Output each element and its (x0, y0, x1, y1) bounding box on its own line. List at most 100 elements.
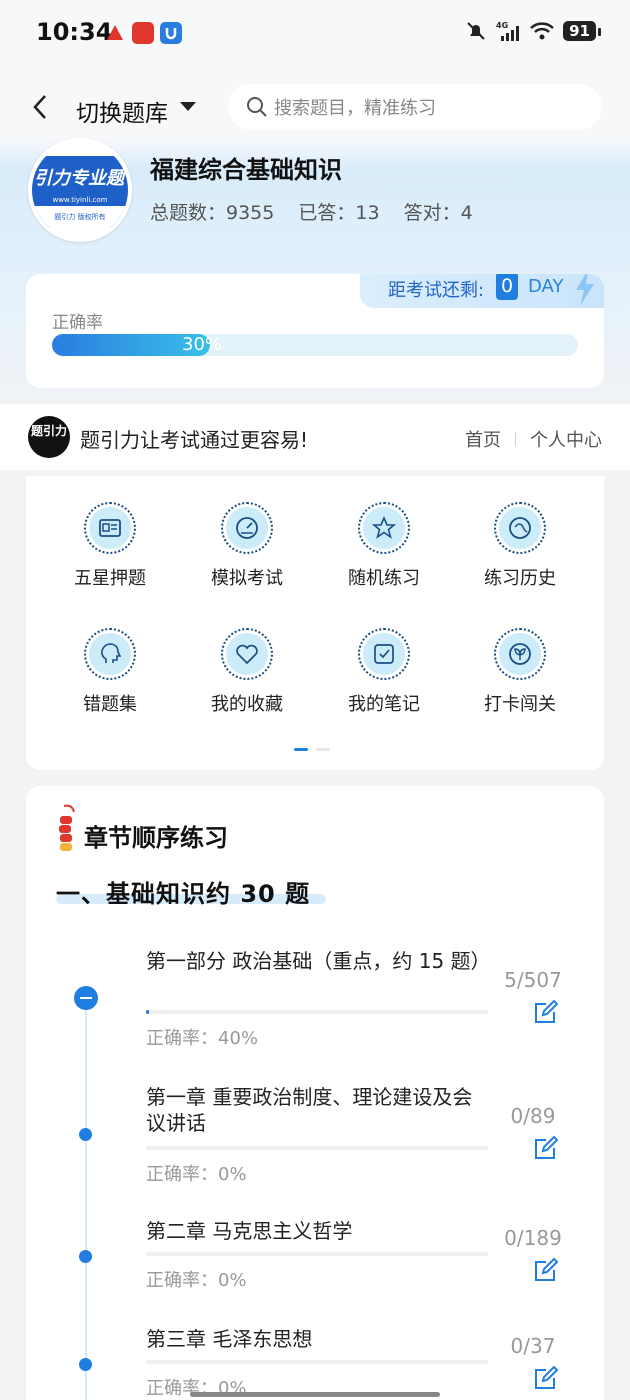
chapter-name: 第三章 毛泽东思想 (146, 1327, 313, 1351)
switch-bank-button[interactable]: 切换题库 (76, 94, 168, 128)
heart-icon (236, 644, 258, 665)
features-grid: 五星押题 模拟考试 随机练习 练习历史 错题集 我的收藏 我的笔记 打卡闯关 (26, 476, 604, 770)
countdown-days: 0 (496, 274, 518, 300)
logo-text: 引力专业题 (34, 168, 124, 189)
accuracy-label: 正确率 (52, 313, 103, 333)
status-time: 10:34 (36, 18, 113, 46)
accuracy-percent: 30% (182, 334, 223, 355)
lightning-icon (576, 274, 594, 306)
home-indicator[interactable] (190, 1392, 440, 1397)
chapter-progress-fill (146, 1010, 150, 1014)
feature-checkin[interactable]: 打卡闯关 (460, 628, 580, 716)
chapter-progress (146, 1010, 488, 1014)
edit-icon[interactable] (532, 1256, 560, 1284)
note-icon (374, 644, 394, 664)
brand-logo: 题引力 (28, 416, 70, 458)
feature-mock-exam[interactable]: 模拟考试 (187, 502, 307, 590)
edit-icon[interactable] (532, 1134, 560, 1162)
firecracker-icon (59, 804, 75, 851)
chapter-count: 5/507 (504, 968, 562, 992)
feature-label: 打卡闯关 (484, 694, 556, 715)
search-icon (247, 97, 267, 117)
head-icon (101, 643, 122, 663)
dropdown-caret-icon[interactable] (180, 102, 196, 111)
leaf-icon (509, 643, 531, 665)
app-notification-icon (160, 22, 182, 44)
signal-icon: 4G (496, 21, 520, 41)
chapter-name: 第一部分 政治基础（重点，约 15 题） (146, 949, 491, 973)
feature-label: 我的收藏 (211, 694, 283, 715)
profile-link[interactable]: 个人中心 (530, 426, 602, 452)
accuracy-card: 距考试还剩: 0 DAY 正确率 30% (26, 274, 604, 388)
chapter-progress (146, 1146, 488, 1150)
chapter-accuracy: 正确率：0% (146, 1270, 247, 1291)
edit-icon[interactable] (532, 998, 560, 1026)
accuracy-bar: 30% (52, 334, 578, 356)
chapter-progress (146, 1252, 488, 1256)
feature-notes[interactable]: 我的笔记 (324, 628, 444, 716)
battery-indicator: 91 (563, 21, 601, 41)
bank-logo: 引力专业题 www.tiyinli.com 题引力 版权所有 (28, 138, 132, 242)
feature-label: 练习历史 (484, 568, 556, 589)
chapter-name: 第一章 重要政治制度、理论建设及会议讲话 (146, 1085, 473, 1135)
bank-title: 福建综合基础知识 (150, 156, 342, 184)
status-bar: 10:34 4G 91 (0, 0, 630, 68)
search-input[interactable]: 搜索题目，精准练习 (228, 84, 602, 130)
feature-label: 模拟考试 (211, 568, 283, 589)
star-icon (371, 515, 397, 539)
back-arrow-icon[interactable] (26, 92, 56, 122)
gauge-icon (236, 517, 258, 539)
collapse-icon[interactable] (74, 986, 98, 1010)
home-link[interactable]: 首页 (465, 426, 501, 452)
pager-dot-active[interactable] (294, 748, 308, 751)
chapter-name: 第二章 马克思主义哲学 (146, 1219, 353, 1243)
chapter-count: 0/37 (510, 1334, 556, 1358)
brand-slogan: 题引力让考试通过更容易! (80, 428, 309, 452)
link-divider (515, 432, 516, 446)
logo-url: www.tiyinli.com (52, 196, 108, 204)
timeline-line (85, 998, 87, 1400)
answered-count: 已答：13 (298, 202, 380, 224)
feature-wrong-questions[interactable]: 错题集 (50, 628, 170, 716)
feature-favorites[interactable]: 我的收藏 (187, 628, 307, 716)
history-icon (509, 517, 531, 539)
app-notification-icon (104, 22, 126, 44)
chapter-practice-title: 章节顺序练习 (84, 824, 228, 852)
chapter-accuracy: 正确率：40% (146, 1028, 259, 1049)
pager-dots[interactable] (294, 748, 330, 751)
feature-random-practice[interactable]: 随机练习 (324, 502, 444, 590)
brand-links: 首页 个人中心 (465, 426, 602, 452)
feature-history[interactable]: 练习历史 (460, 502, 580, 590)
accuracy-bar-fill: 30% (52, 334, 222, 356)
exam-countdown: 距考试还剩: 0 DAY (360, 274, 604, 308)
correct-count: 答对：4 (403, 202, 473, 224)
countdown-unit: DAY (528, 276, 564, 297)
search-placeholder: 搜索题目，精准练习 (274, 98, 436, 119)
chapter-count: 0/89 (510, 1104, 556, 1128)
feature-label: 五星押题 (74, 568, 146, 589)
edit-icon[interactable] (532, 1364, 560, 1392)
mute-bell-icon (467, 22, 485, 40)
svg-text:4G: 4G (496, 21, 508, 30)
top-nav: 切换题库 搜索题目，精准练习 (0, 78, 630, 140)
timeline-dot (79, 1358, 92, 1371)
timeline-dot (79, 1250, 92, 1263)
total-questions: 总题数：9355 (150, 202, 275, 224)
bank-stats: 总题数：9355 已答：13 答对：4 (150, 198, 491, 225)
feature-label: 随机练习 (348, 568, 420, 589)
timeline-dot (79, 1128, 92, 1141)
feature-five-star[interactable]: 五星押题 (50, 502, 170, 590)
chapter-count: 0/189 (504, 1226, 562, 1250)
pager-dot[interactable] (316, 748, 330, 751)
chapter-accuracy: 正确率：0% (146, 1164, 247, 1185)
wifi-icon (530, 22, 554, 40)
feature-label: 错题集 (83, 694, 137, 715)
brand-logo-text: 题引力 (30, 424, 67, 438)
id-card-icon (99, 519, 121, 537)
chapter-progress (146, 1360, 488, 1364)
app-notification-icon (132, 22, 154, 44)
section-title: 一、基础知识约 30 题 (56, 880, 311, 908)
logo-subtitle: 题引力 版权所有 (54, 213, 106, 221)
chapter-practice-card: 章节顺序练习 一、基础知识约 30 题 第一部分 政治基础（重点，约 15 题）… (26, 786, 604, 1400)
feature-label: 我的笔记 (348, 694, 420, 715)
